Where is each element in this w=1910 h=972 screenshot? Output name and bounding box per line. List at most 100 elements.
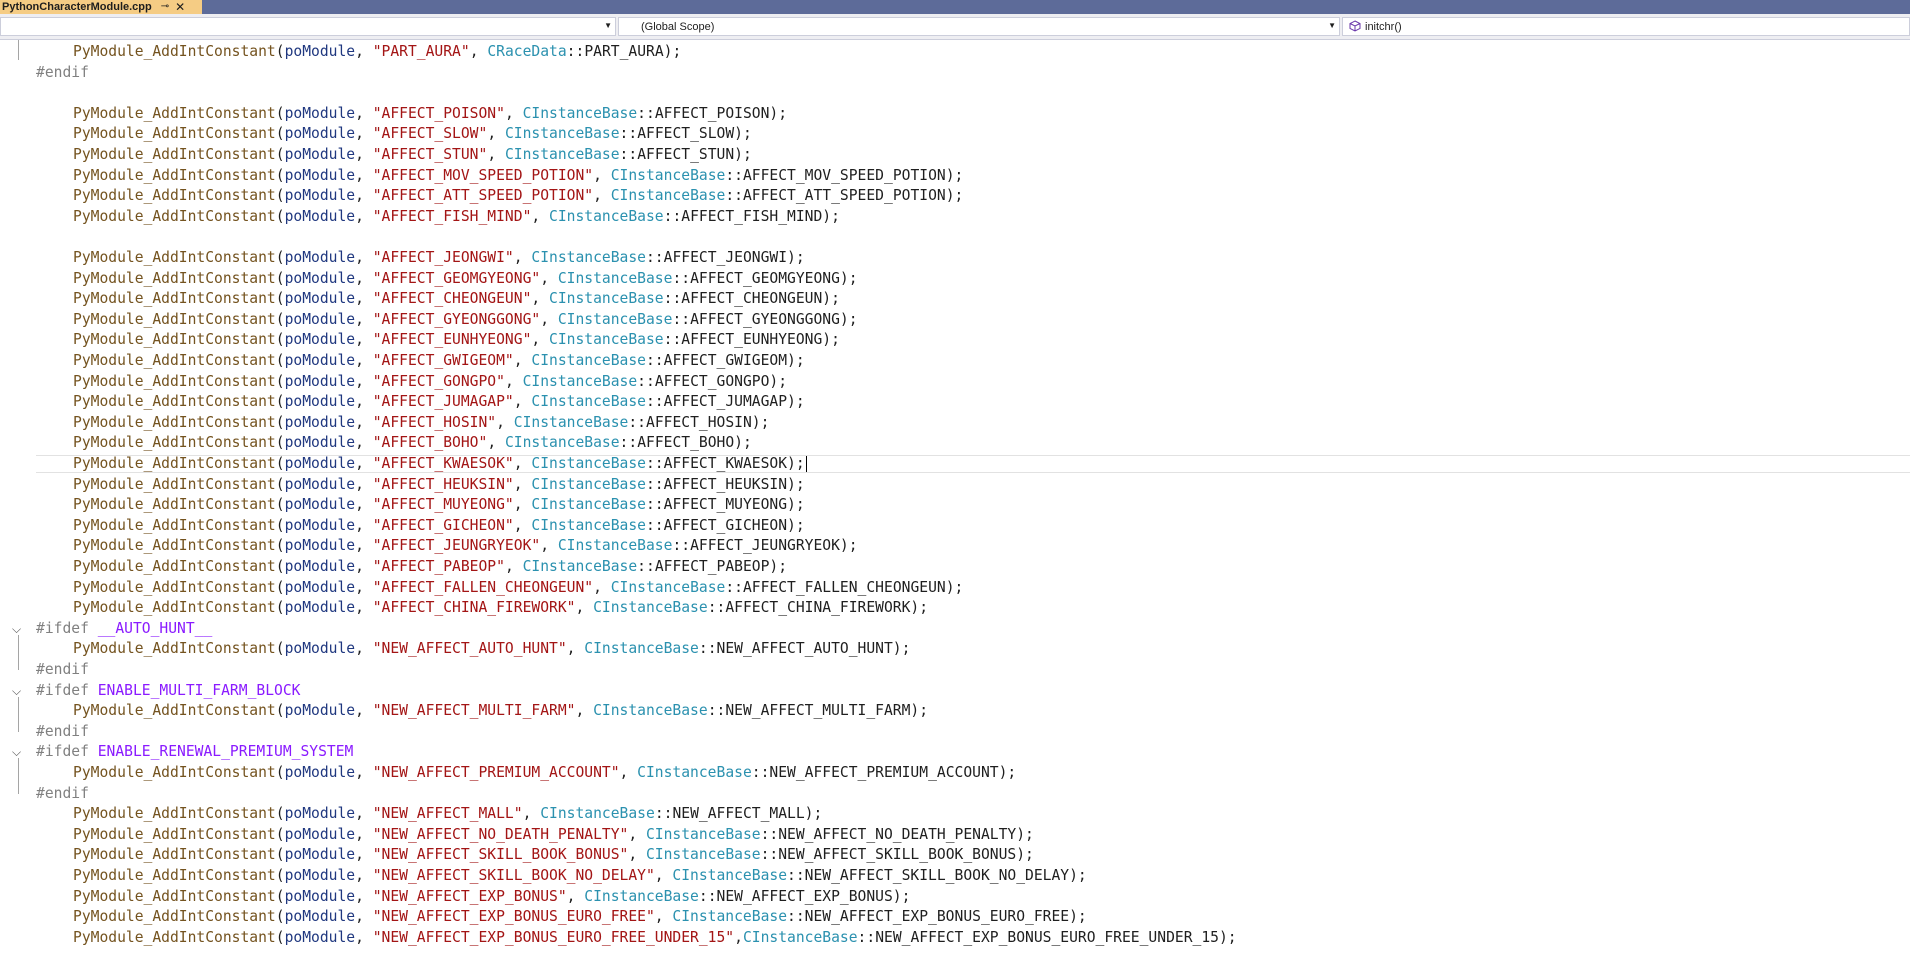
code-line[interactable]: PyModule_AddIntConstant(poModule, "AFFEC… (73, 392, 805, 412)
punctuation: , (654, 908, 673, 926)
punctuation: , (540, 310, 558, 328)
punctuation: , (522, 805, 541, 823)
code-line[interactable]: PyModule_AddIntConstant(poModule, "AFFEC… (73, 495, 805, 515)
code-line[interactable]: PyModule_AddIntConstant(poModule, "AFFEC… (73, 433, 752, 453)
punctuation: , (504, 104, 523, 122)
code-line[interactable]: PyModule_AddIntConstant(poModule, "AFFEC… (73, 351, 805, 371)
code-line[interactable]: PyModule_AddIntConstant(poModule, "AFFEC… (73, 475, 805, 495)
tab-title[interactable]: PythonCharacterModule.cpp (0, 1, 152, 13)
string-literal: "AFFECT_FISH_MIND" (372, 207, 532, 225)
code-line[interactable]: PyModule_AddIntConstant(poModule, "AFFEC… (73, 207, 840, 227)
code-line[interactable]: PyModule_AddIntConstant(poModule, "AFFEC… (73, 269, 858, 289)
code-line[interactable]: PyModule_AddIntConstant(poModule, "AFFEC… (73, 248, 805, 268)
code-line[interactable]: PyModule_AddIntConstant(poModule, "AFFEC… (73, 166, 963, 186)
preprocessor-line[interactable]: #ifdef ENABLE_MULTI_FARM_BLOCK (36, 681, 300, 701)
function-name: PyModule_AddIntConstant (73, 187, 276, 205)
preprocessor-line[interactable]: #endif (36, 63, 89, 83)
scope-operator: :: (637, 372, 655, 390)
scope-dropdown[interactable]: (Global Scope) ▼ (618, 17, 1340, 36)
class-name: CInstanceBase (584, 640, 699, 658)
enum-member: AFFECT_GICHEON); (663, 516, 805, 534)
parameter-name: poModule (284, 887, 356, 905)
class-name: CInstanceBase (531, 352, 646, 369)
parameter-name: poModule (284, 104, 356, 122)
class-name: CInstanceBase (531, 249, 646, 266)
code-line[interactable]: PyModule_AddIntConstant(poModule, "AFFEC… (73, 330, 840, 350)
punctuation: ( (275, 187, 285, 205)
punctuation: , (355, 125, 373, 143)
code-line[interactable]: PyModule_AddIntConstant(poModule, "NEW_A… (73, 928, 1237, 948)
scope-operator: :: (707, 599, 726, 617)
code-line[interactable]: PyModule_AddIntConstant(poModule, "PART_… (73, 42, 681, 62)
code-line[interactable]: PyModule_AddIntConstant(poModule, "AFFEC… (73, 598, 928, 618)
chevron-down-icon[interactable]: ▼ (1328, 21, 1336, 30)
string-literal: "AFFECT_GEOMGYEONG" (372, 269, 541, 287)
preprocessor-line[interactable]: #ifdef __AUTO_HUNT__ (36, 619, 212, 639)
code-line[interactable]: PyModule_AddIntConstant(poModule, "NEW_A… (73, 804, 822, 824)
function-name: PyModule_AddIntConstant (73, 558, 276, 575)
punctuation: , (654, 867, 673, 884)
code-line[interactable]: PyModule_AddIntConstant(poModule, "NEW_A… (73, 763, 1016, 783)
class-name: CInstanceBase (531, 496, 646, 514)
preprocessor-line[interactable]: #endif (36, 784, 89, 804)
enum-member: AFFECT_FISH_MIND); (681, 207, 840, 225)
preprocessor-line[interactable]: #endif (36, 660, 89, 680)
code-line[interactable]: PyModule_AddIntConstant(poModule, "AFFEC… (73, 289, 840, 309)
punctuation: ( (275, 104, 285, 122)
code-line[interactable]: PyModule_AddIntConstant(poModule, "NEW_A… (73, 887, 910, 907)
pin-icon[interactable]: ⊸ (161, 2, 169, 12)
code-line[interactable]: PyModule_AddIntConstant(poModule, "AFFEC… (73, 124, 752, 144)
enum-member: AFFECT_CHEONGEUN); (681, 290, 840, 308)
project-dropdown[interactable]: ▼ (0, 17, 616, 36)
code-line[interactable]: PyModule_AddIntConstant(poModule, "AFFEC… (73, 104, 787, 124)
code-line[interactable]: PyModule_AddIntConstant(poModule, "AFFEC… (73, 578, 963, 598)
preprocessor-line[interactable]: #endif (36, 722, 89, 742)
code-line[interactable]: PyModule_AddIntConstant(poModule, "NEW_A… (73, 701, 928, 721)
punctuation: ( (275, 928, 285, 946)
function-name: PyModule_AddIntConstant (73, 599, 276, 617)
class-name: CInstanceBase (504, 146, 620, 163)
code-line[interactable]: PyModule_AddIntConstant(poModule, "NEW_A… (73, 866, 1087, 886)
code-line[interactable]: PyModule_AddIntConstant(poModule, "AFFEC… (73, 186, 963, 206)
punctuation: , (355, 434, 373, 452)
code-line[interactable]: PyModule_AddIntConstant(poModule, "AFFEC… (73, 145, 752, 165)
string-literal: "AFFECT_STUN" (372, 146, 488, 163)
fold-toggle-icon[interactable]: ⌵ (12, 685, 24, 697)
function-name: PyModule_AddIntConstant (73, 290, 276, 308)
code-line[interactable]: PyModule_AddIntConstant(poModule, "AFFEC… (73, 310, 858, 330)
function-name: PyModule_AddIntConstant (73, 516, 276, 534)
string-literal: "NEW_AFFECT_PREMIUM_ACCOUNT" (372, 764, 620, 781)
code-line[interactable]: PyModule_AddIntConstant(poModule, "AFFEC… (73, 413, 769, 433)
punctuation: , (355, 558, 373, 575)
string-literal: "AFFECT_SLOW" (372, 125, 488, 143)
macro-name: __AUTO_HUNT__ (97, 619, 213, 637)
code-line[interactable]: PyModule_AddIntConstant(poModule, "NEW_A… (73, 845, 1034, 865)
function-name: PyModule_AddIntConstant (73, 310, 276, 328)
member-dropdown[interactable]: initchr() (1342, 17, 1910, 36)
fold-toggle-icon[interactable]: ⌵ (12, 623, 24, 635)
macro-name: ENABLE_RENEWAL_PREMIUM_SYSTEM (97, 743, 354, 761)
code-line[interactable]: PyModule_AddIntConstant(poModule, "NEW_A… (73, 639, 910, 659)
class-name: CInstanceBase (593, 599, 708, 617)
class-name: CInstanceBase (549, 207, 664, 225)
close-icon[interactable]: ✕ (175, 1, 185, 13)
code-line[interactable]: PyModule_AddIntConstant(poModule, "AFFEC… (73, 536, 858, 556)
code-line[interactable]: PyModule_AddIntConstant(poModule, "AFFEC… (73, 516, 805, 536)
punctuation: , (355, 43, 373, 60)
preprocessor-directive: #endif (36, 63, 89, 81)
fold-toggle-icon[interactable]: ⌵ (12, 746, 24, 758)
punctuation: , (469, 43, 488, 60)
tab-python-character-module[interactable]: PythonCharacterModule.cpp ⊸ ✕ (0, 0, 202, 14)
code-line[interactable]: PyModule_AddIntConstant(poModule, "AFFEC… (73, 454, 805, 474)
code-line[interactable]: PyModule_AddIntConstant(poModule, "AFFEC… (73, 557, 787, 577)
code-line[interactable]: PyModule_AddIntConstant(poModule, "NEW_A… (73, 907, 1087, 927)
punctuation: ( (275, 516, 285, 534)
code-line[interactable]: PyModule_AddIntConstant(poModule, "AFFEC… (73, 372, 787, 392)
preprocessor-line[interactable]: #ifdef ENABLE_RENEWAL_PREMIUM_SYSTEM (36, 742, 353, 762)
string-literal: "NEW_AFFECT_EXP_BONUS" (372, 887, 567, 905)
enum-member: NEW_AFFECT_EXP_BONUS_EURO_FREE_UNDER_15)… (875, 928, 1237, 946)
code-editor[interactable]: PyModule_AddIntConstant(poModule, "PART_… (0, 40, 1910, 972)
chevron-down-icon[interactable]: ▼ (604, 21, 612, 30)
class-name: CInstanceBase (645, 825, 761, 843)
code-line[interactable]: PyModule_AddIntConstant(poModule, "NEW_A… (73, 825, 1034, 845)
